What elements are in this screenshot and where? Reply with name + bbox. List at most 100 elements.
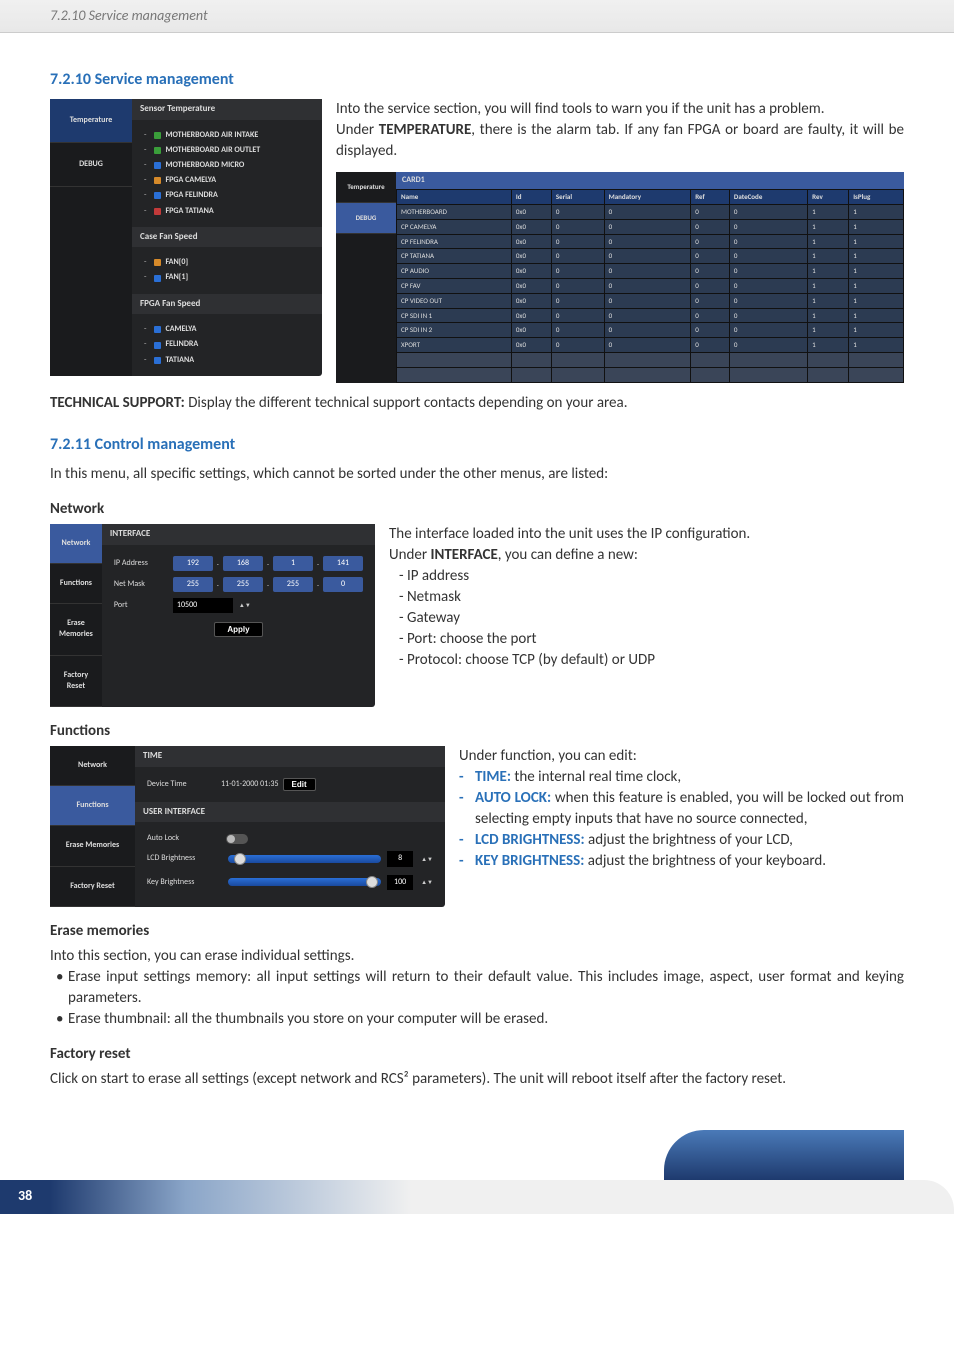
network-heading: Network (50, 499, 904, 520)
mask-octet[interactable]: 255 (173, 577, 213, 592)
debug-col-header: Id (511, 190, 551, 205)
tab-debug[interactable]: DEBUG (50, 143, 132, 187)
ip-octet[interactable]: 141 (323, 556, 363, 571)
key-brightness-value: 100 (387, 875, 413, 890)
table-row (397, 352, 904, 367)
sensor-item: -FPGA TATIANA (144, 204, 310, 219)
debug-col-header: Ref (691, 190, 730, 205)
erase-bullet: Erase input settings memory: all input s… (56, 967, 904, 1009)
case-fan-item: -FAN[0] (144, 255, 310, 270)
edit-button[interactable]: Edit (283, 778, 316, 791)
table-row: MOTHERBOARD0x0000011 (397, 204, 904, 219)
autolock-label: Auto Lock (147, 833, 222, 844)
functions-text-intro: Under function, you can edit: (459, 746, 904, 767)
debug-col-header: Name (397, 190, 512, 205)
lcd-brightness-label: LCD Brightness (147, 853, 222, 864)
lcd-brightness-value: 8 (387, 851, 413, 866)
port-label: Port (114, 600, 169, 611)
table-row: CP SDI IN 10x0000011 (397, 308, 904, 323)
erase-bullet: Erase thumbnail: all the thumbnails you … (56, 1009, 904, 1030)
debug-tab-temperature[interactable]: Temperature (336, 172, 396, 203)
fpga-fan-item: -CAMELYA (144, 322, 310, 337)
func-tab-erase[interactable]: Erase Memories (50, 826, 135, 866)
ui-title: USER INTERFACE (135, 802, 445, 823)
service-para1: Into the service section, you will find … (336, 99, 904, 120)
service-para2: Under TEMPERATURE, there is the alarm ta… (336, 120, 904, 162)
mask-label: Net Mask (114, 579, 169, 590)
net-tab-factory[interactable]: Factory Reset (50, 656, 102, 707)
func-tab-network[interactable]: Network (50, 746, 135, 786)
time-title: TIME (135, 746, 445, 767)
debug-col-header: Serial (551, 190, 604, 205)
debug-col-header: IsPlug (849, 190, 904, 205)
function-item: AUTO LOCK: when this feature is enabled,… (459, 788, 904, 830)
device-time-value: 11-01-2000 01:35 (221, 779, 279, 790)
table-row: XPORT0x0000011 (397, 338, 904, 353)
header-breadcrumb: 7.2.10 Service management (0, 0, 954, 33)
key-brightness-slider[interactable] (228, 878, 381, 886)
tab-temperature[interactable]: Temperature (50, 99, 132, 143)
key-stepper[interactable]: ▲▼ (421, 879, 433, 885)
sensor-item: -FPGA CAMELYA (144, 173, 310, 188)
network-item: - Protocol: choose TCP (by default) or U… (389, 650, 904, 671)
network-item: - IP address (389, 566, 904, 587)
sensor-item: -FPGA FELINDRA (144, 188, 310, 203)
function-item: LCD BRIGHTNESS: adjust the brightness of… (459, 830, 904, 851)
lcd-brightness-slider[interactable] (228, 855, 381, 863)
port-stepper[interactable]: ▲▼ (239, 602, 251, 608)
sensor-temp-title: Sensor Temperature (132, 99, 322, 120)
debug-tab-debug[interactable]: DEBUG (336, 203, 396, 234)
func-tab-factory[interactable]: Factory Reset (50, 867, 135, 907)
mask-octet[interactable]: 255 (273, 577, 313, 592)
device-time-label: Device Time (147, 779, 217, 790)
erase-intro: Into this section, you can erase individ… (50, 946, 904, 967)
table-row: CP AUDIO0x0000011 (397, 264, 904, 279)
page-number: 38 (0, 1180, 50, 1214)
apply-button[interactable]: Apply (214, 622, 262, 637)
autolock-toggle[interactable] (226, 834, 248, 844)
network-item: - Port: choose the port (389, 629, 904, 650)
factory-text: Click on start to erase all settings (ex… (50, 1069, 904, 1090)
section-title-service: 7.2.10 Service management (50, 69, 904, 91)
temperature-panel: Temperature DEBUG Sensor Temperature -MO… (50, 99, 322, 376)
ip-octet[interactable]: 168 (223, 556, 263, 571)
net-tab-network[interactable]: Network (50, 524, 102, 564)
sensor-item: -MOTHERBOARD MICRO (144, 158, 310, 173)
lcd-stepper[interactable]: ▲▼ (421, 856, 433, 862)
interface-title: INTERFACE (102, 524, 375, 545)
case-fan-title: Case Fan Speed (132, 227, 322, 248)
net-tab-erase[interactable]: Erase Memories (50, 604, 102, 655)
net-tab-functions[interactable]: Functions (50, 564, 102, 604)
mask-octet[interactable]: 0 (323, 577, 363, 592)
table-row: CP FAV0x0000011 (397, 278, 904, 293)
section-title-control: 7.2.11 Control management (50, 434, 904, 456)
control-intro: In this menu, all specific settings, whi… (50, 464, 904, 485)
debug-table: NameIdSerialMandatoryRefDateCodeRevIsPlu… (396, 189, 904, 382)
table-row: CP TATIANA0x0000011 (397, 249, 904, 264)
erase-heading: Erase memories (50, 921, 904, 942)
fpga-fan-item: -FELINDRA (144, 337, 310, 352)
table-row: CP VIDEO OUT0x0000011 (397, 293, 904, 308)
fpga-fan-title: FPGA Fan Speed (132, 294, 322, 315)
debug-col-header: Rev (808, 190, 849, 205)
mask-octet[interactable]: 255 (223, 577, 263, 592)
ip-octet[interactable]: 192 (173, 556, 213, 571)
ip-octet[interactable]: 1 (273, 556, 313, 571)
function-item: TIME: the internal real time clock, (459, 767, 904, 788)
footer-curve (664, 1130, 904, 1180)
network-item: - Netmask (389, 587, 904, 608)
table-row (397, 367, 904, 382)
network-text-intro: The interface loaded into the unit uses … (389, 524, 904, 545)
table-row: CP FELINDRA0x0000011 (397, 234, 904, 249)
function-item: KEY BRIGHTNESS: adjust the brightness of… (459, 851, 904, 872)
network-panel: Network Functions Erase Memories Factory… (50, 524, 375, 707)
fpga-fan-item: -TATIANA (144, 353, 310, 368)
ip-label: IP Address (114, 558, 169, 569)
debug-panel: Temperature DEBUG CARD1 NameIdSerialMand… (336, 172, 904, 383)
func-tab-functions[interactable]: Functions (50, 786, 135, 826)
table-row: CP CAMELYA0x0000011 (397, 219, 904, 234)
debug-col-header: DateCode (729, 190, 807, 205)
port-field[interactable]: 10500 (173, 598, 233, 613)
table-row: CP SDI IN 20x0000011 (397, 323, 904, 338)
key-brightness-label: Key Brightness (147, 877, 222, 888)
